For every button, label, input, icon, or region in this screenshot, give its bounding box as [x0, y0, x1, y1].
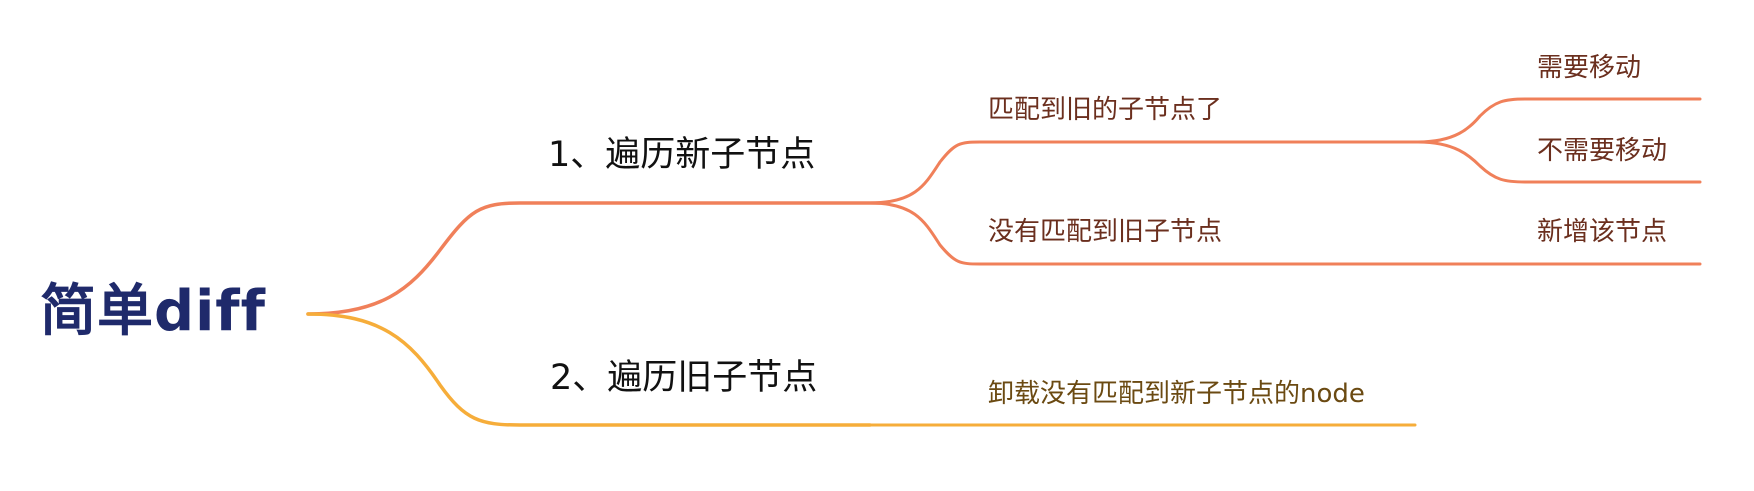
mindmap-connectors — [306, 97, 1702, 427]
connector-branch1-matched — [868, 140, 1422, 205]
connector-root-branch1 — [306, 201, 882, 316]
root-node: 简单diff — [40, 279, 267, 344]
node-not-matched: 没有匹配到旧子节点 — [988, 217, 1223, 247]
leaf-need-move: 需要移动 — [1537, 53, 1642, 83]
branch-traverse-new: 1、遍历新子节点 — [548, 135, 816, 175]
leaf-no-move: 不需要移动 — [1537, 136, 1668, 166]
node-matched-old: 匹配到旧的子节点了 — [988, 95, 1223, 125]
leaf-add-node: 新增该节点 — [1537, 217, 1668, 247]
branch-traverse-old: 2、遍历旧子节点 — [550, 358, 818, 398]
node-unload-unmatched: 卸载没有匹配到新子节点的node — [988, 379, 1365, 409]
